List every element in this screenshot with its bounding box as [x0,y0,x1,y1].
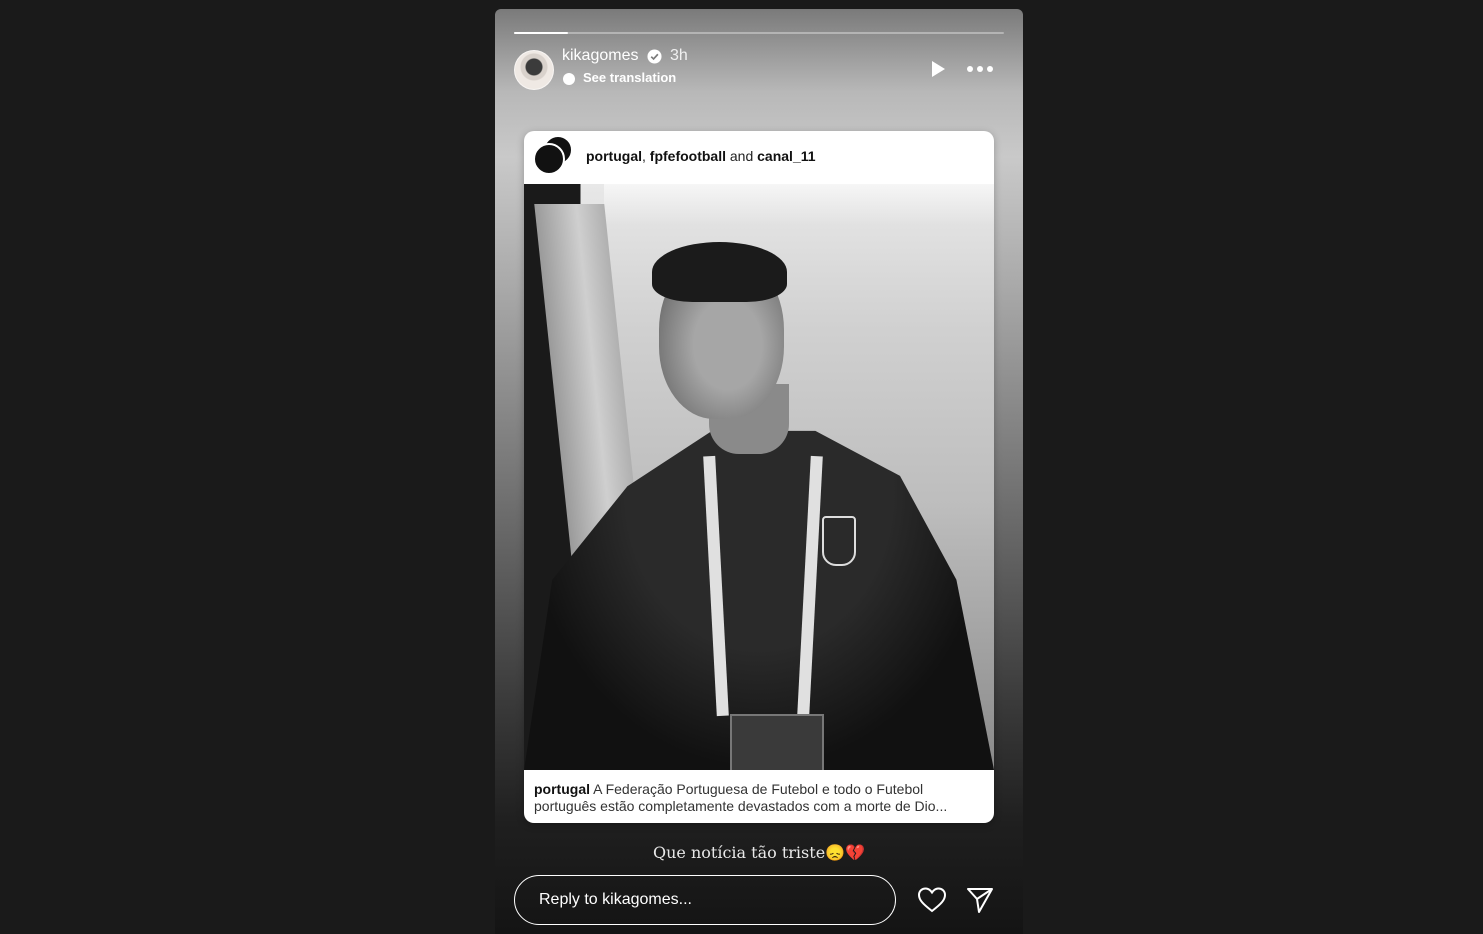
credit-user-fpfefootball[interactable]: fpfefootball [650,148,726,164]
author-username[interactable]: kikagomes [562,47,638,65]
shared-post-card[interactable]: portugal, fpfefootball and canal_11 port… [524,131,994,823]
send-icon[interactable] [965,886,995,914]
collab-avatar-front [533,143,565,175]
more-options-button[interactable] [965,58,995,80]
credit-separator: , [642,148,650,164]
caption-username: portugal [534,781,590,797]
story-text-sticker: Que notícia tão triste😞💔 [653,843,865,862]
author-avatar[interactable] [514,50,554,90]
reply-input[interactable] [514,875,896,925]
see-translation-link[interactable]: See translation [583,70,676,85]
credit-user-canal11[interactable]: canal_11 [757,148,815,164]
heart-icon[interactable] [917,886,947,914]
story-progress-bar [514,32,1004,34]
shared-post-header: portugal, fpfefootball and canal_11 [524,131,994,184]
caption-line1: A Federação Portuguesa de Futebol e todo… [593,781,924,797]
translate-icon [563,73,575,85]
play-button[interactable] [927,58,949,80]
credit-separator-and: and [726,148,758,164]
story-progress-fill [514,32,568,34]
shared-post-credits: portugal, fpfefootball and canal_11 [586,148,816,164]
post-time: 3h [670,47,688,64]
shared-post-photo [524,184,994,770]
caption-line2: português estão completamente devastados… [534,798,948,814]
story-viewer: kikagomes 3h See translation portugal, f… [495,9,1023,934]
credit-user-portugal[interactable]: portugal [586,148,642,164]
shared-post-caption: portugal A Federação Portuguesa de Futeb… [534,781,986,815]
verified-badge-icon [647,49,662,64]
